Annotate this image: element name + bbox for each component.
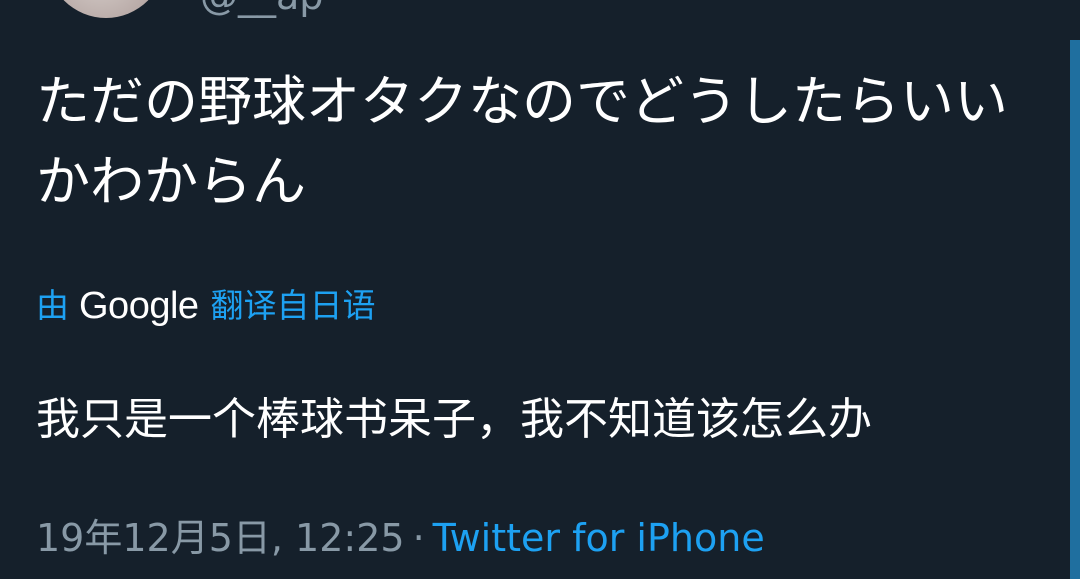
tweet-meta: 19年12月5日, 12:25 · Twitter for iPhone [36, 513, 765, 563]
scrollbar[interactable] [1070, 40, 1080, 579]
author-handle[interactable]: @__ap [200, 0, 323, 16]
author-avatar[interactable] [47, 0, 165, 18]
tweet-timestamp[interactable]: 19年12月5日, 12:25 [36, 516, 405, 560]
meta-separator: · [412, 516, 425, 560]
google-logo: Google [79, 285, 199, 327]
tweet-text: ただの野球オタクなのでどうしたらいいかわからん [36, 70, 1008, 213]
translated-by-label: 由 [36, 286, 69, 325]
tweet-source-link[interactable]: Twitter for iPhone [433, 516, 765, 560]
translated-text: 我只是一个棒球书呆子，我不知道该怎么办 [36, 394, 872, 445]
translation-attribution[interactable]: 由 Google 翻译自日语 [36, 283, 376, 329]
translated-from-label: 翻译自日语 [210, 286, 376, 325]
